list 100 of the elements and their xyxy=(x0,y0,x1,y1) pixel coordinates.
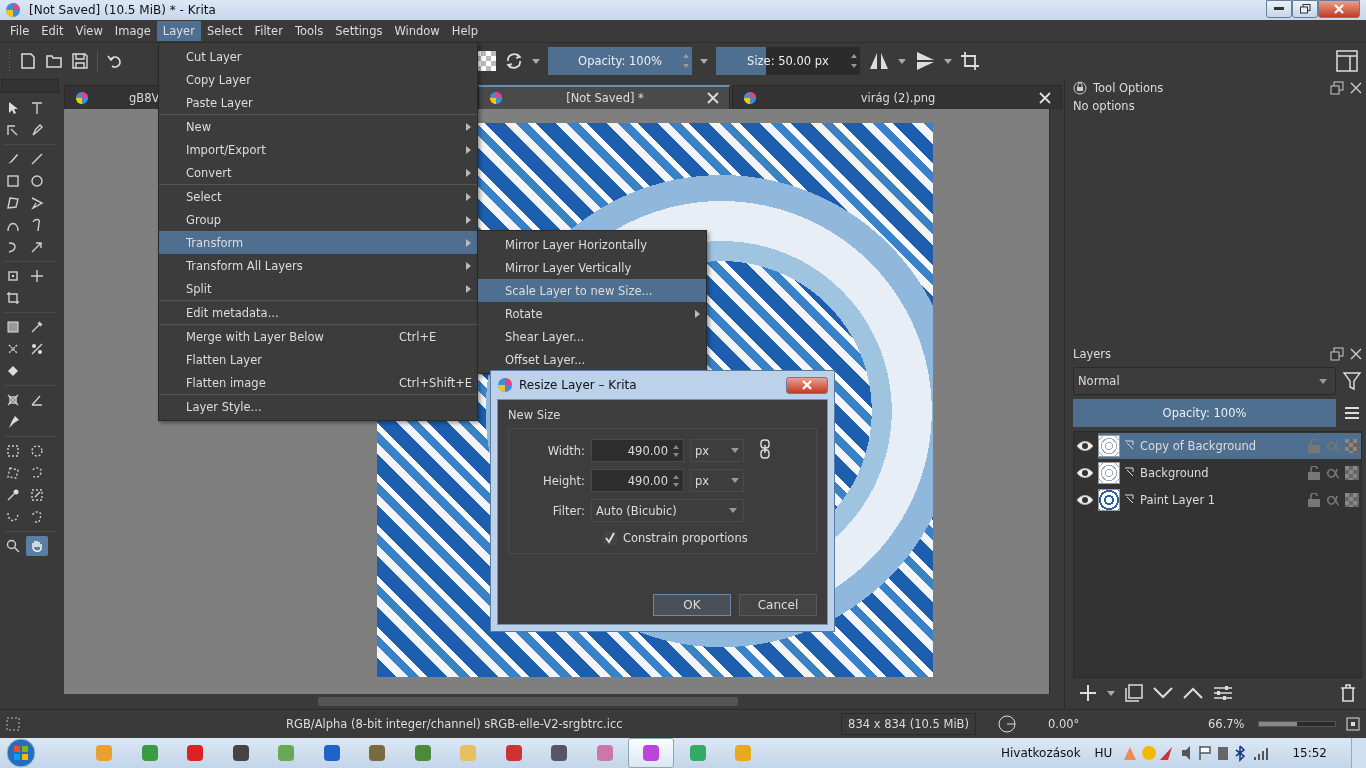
menu-bar-item[interactable]: Layer xyxy=(156,21,201,41)
menu-bar-item[interactable]: File xyxy=(4,21,36,41)
menu-item[interactable]: Import/Export xyxy=(159,138,477,161)
menu-bar-item[interactable]: Tools xyxy=(288,21,330,41)
caret-icon[interactable] xyxy=(898,58,906,64)
menu-bar-item[interactable]: Image xyxy=(108,21,157,41)
filter-icon[interactable] xyxy=(1342,371,1362,391)
close-button[interactable] xyxy=(786,376,828,394)
menu-item[interactable]: Mirror Layer Vertically xyxy=(478,256,706,279)
menu-item[interactable]: Split xyxy=(159,277,477,300)
restore-button[interactable] xyxy=(1292,0,1318,18)
properties-icon[interactable] xyxy=(1213,684,1233,702)
menu-item[interactable]: Flatten image Ctrl+Shift+E xyxy=(159,371,477,394)
refresh-icon[interactable] xyxy=(504,51,524,71)
trash-icon[interactable] xyxy=(1340,684,1356,702)
minimize-button[interactable] xyxy=(1266,0,1292,18)
menu-item[interactable]: Copy Layer xyxy=(159,68,477,91)
rotation-icon[interactable] xyxy=(996,715,1018,733)
width-input[interactable]: 490.00 xyxy=(591,439,684,462)
wrap-around-icon[interactable] xyxy=(960,51,980,71)
menu-item[interactable]: New xyxy=(159,115,477,138)
lock-icon[interactable] xyxy=(1307,465,1321,480)
save-icon[interactable] xyxy=(71,52,89,70)
document-tab[interactable]: [Not Saved] * xyxy=(478,85,730,109)
float-panel-icon[interactable] xyxy=(1330,347,1344,361)
menu-item[interactable]: Transform xyxy=(159,231,477,254)
image-size-label[interactable]: 834 x 834 (10.5 MiB) xyxy=(841,713,976,735)
menu-item[interactable]: Scale Layer to new Size... xyxy=(478,279,706,302)
toolbar-label[interactable]: Hivatkozások xyxy=(1001,746,1081,760)
mirror-vertical-icon[interactable] xyxy=(914,50,936,72)
caret-icon[interactable] xyxy=(700,58,708,64)
chevron-down-icon[interactable] xyxy=(1153,687,1173,699)
menu-item[interactable]: Transform All Layers xyxy=(159,254,477,277)
unit-dropdown[interactable]: px xyxy=(690,469,744,492)
clock[interactable]: 15:52 xyxy=(1292,746,1327,760)
layer-row[interactable]: Background xyxy=(1098,459,1361,486)
float-panel-icon[interactable] xyxy=(1330,81,1344,95)
menu-bar-item[interactable]: Window xyxy=(388,21,446,41)
taskbar-app-button[interactable] xyxy=(628,738,674,768)
menu-bar-item[interactable]: Help xyxy=(445,21,484,41)
lock-icon[interactable] xyxy=(1307,492,1321,507)
dialog-button[interactable]: OK xyxy=(653,594,731,616)
caret-icon[interactable] xyxy=(944,58,952,64)
menu-item[interactable]: Offset Layer... xyxy=(478,348,706,371)
checker-icon[interactable] xyxy=(1345,465,1359,480)
layer-opacity-slider[interactable]: Opacity: 100% xyxy=(1073,399,1336,427)
close-icon[interactable] xyxy=(1039,91,1051,104)
menu-bar-item[interactable]: Edit xyxy=(35,21,70,41)
caret-icon[interactable] xyxy=(1107,690,1115,696)
checkerboard-icon[interactable] xyxy=(476,51,496,71)
menu-item[interactable]: Select xyxy=(159,185,477,208)
checker-icon[interactable] xyxy=(1345,492,1359,507)
eye-icon[interactable] xyxy=(1076,466,1094,479)
zoom-value: 66.7% xyxy=(1208,717,1246,731)
menu-item[interactable]: Edit metadata... xyxy=(159,301,477,324)
chain-link-icon[interactable] xyxy=(760,438,770,459)
selection-icon[interactable] xyxy=(6,717,20,731)
menu-bar-item[interactable]: Select xyxy=(200,21,249,41)
layer-row[interactable]: Paint Layer 1 xyxy=(1098,486,1361,513)
menu-bar-item[interactable]: View xyxy=(69,21,109,41)
close-icon[interactable] xyxy=(1350,348,1362,360)
menu-item[interactable]: Shear Layer... xyxy=(478,325,706,348)
menu-item[interactable]: Cut Layer xyxy=(159,45,477,68)
menu-bar-item[interactable]: Filter xyxy=(248,21,289,41)
workspace-icon[interactable] xyxy=(1336,50,1358,72)
chevron-up-icon[interactable] xyxy=(1183,687,1203,699)
document-tab[interactable]: virág (2).png xyxy=(732,85,1062,109)
menu-item[interactable]: Merge with Layer Below Ctrl+E xyxy=(159,325,477,348)
menu-item[interactable]: Mirror Layer Horizontally xyxy=(478,233,706,256)
opacity-slider[interactable]: Opacity: 100% xyxy=(548,47,692,75)
zoom-slider[interactable] xyxy=(1258,721,1336,727)
eye-icon[interactable] xyxy=(1076,439,1094,452)
layer-row[interactable]: Copy of Background xyxy=(1098,432,1361,459)
menu-item[interactable]: Convert xyxy=(159,161,477,184)
checker-icon[interactable] xyxy=(1345,438,1359,453)
menu-item[interactable]: Layer Style... xyxy=(159,395,477,418)
fullscreen-icon[interactable] xyxy=(1346,717,1360,731)
start-button[interactable] xyxy=(4,738,38,768)
menu-item[interactable]: Flatten Layer xyxy=(159,348,477,371)
close-button[interactable] xyxy=(1318,0,1360,18)
menu-bar-item[interactable]: Settings xyxy=(329,21,389,41)
language-indicator[interactable]: HU xyxy=(1094,746,1113,760)
filter-dropdown[interactable]: Auto (Bicubic) xyxy=(591,499,744,522)
unit-dropdown[interactable]: px xyxy=(690,439,744,462)
checkbox[interactable] xyxy=(603,531,617,545)
height-input[interactable]: 490.00 xyxy=(591,469,684,492)
duplicate-icon[interactable] xyxy=(1125,684,1143,702)
menu-item[interactable]: Rotate xyxy=(478,302,706,325)
open-folder-icon[interactable] xyxy=(45,52,63,70)
close-icon[interactable] xyxy=(1350,82,1362,94)
hand-icon[interactable] xyxy=(26,536,48,556)
menu-item[interactable]: Paste Layer xyxy=(159,91,477,114)
blend-mode-dropdown[interactable]: Normal xyxy=(1073,367,1336,395)
dialog-button[interactable]: Cancel xyxy=(739,594,817,616)
eye-icon[interactable] xyxy=(1076,493,1094,506)
close-icon[interactable] xyxy=(707,92,719,104)
new-document-icon[interactable] xyxy=(19,52,37,70)
caret-icon[interactable] xyxy=(532,58,540,64)
add-icon[interactable] xyxy=(1079,684,1097,702)
menu-item[interactable]: Group xyxy=(159,208,477,231)
